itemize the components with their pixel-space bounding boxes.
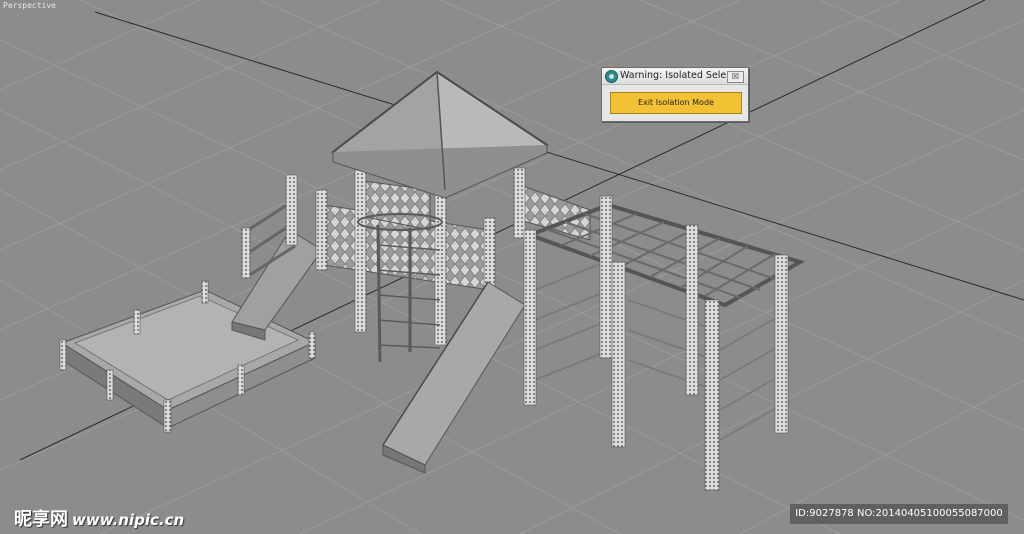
warning-dialog: Warning: Isolated Sele... ☒ Exit Isolati…: [601, 67, 749, 122]
perspective-viewport[interactable]: Perspective Warning: Isolated Sele... ☒ …: [0, 0, 1024, 534]
viewport-label[interactable]: Perspective: [3, 1, 56, 10]
app-logo-icon: [605, 70, 618, 83]
image-id-bar: ID:9027878 NO:20140405100055087000: [790, 504, 1008, 524]
front-slide-model: [382, 281, 526, 474]
monkey-bars-model: [523, 195, 806, 491]
watermark-url: www.nipic.cn: [72, 511, 185, 529]
watermark-brand: 昵享网: [14, 509, 68, 530]
dialog-titlebar[interactable]: Warning: Isolated Sele... ☒: [602, 68, 748, 85]
close-icon[interactable]: ☒: [727, 71, 744, 83]
dialog-title: Warning: Isolated Sele...: [620, 70, 736, 81]
watermark: 昵享网 www.nipic.cn: [14, 505, 184, 531]
3d-scene[interactable]: [0, 0, 1024, 534]
viewport-grid: [0, 0, 1024, 534]
exit-isolation-button[interactable]: Exit Isolation Mode: [610, 92, 742, 114]
left-slide-model: [231, 174, 323, 341]
